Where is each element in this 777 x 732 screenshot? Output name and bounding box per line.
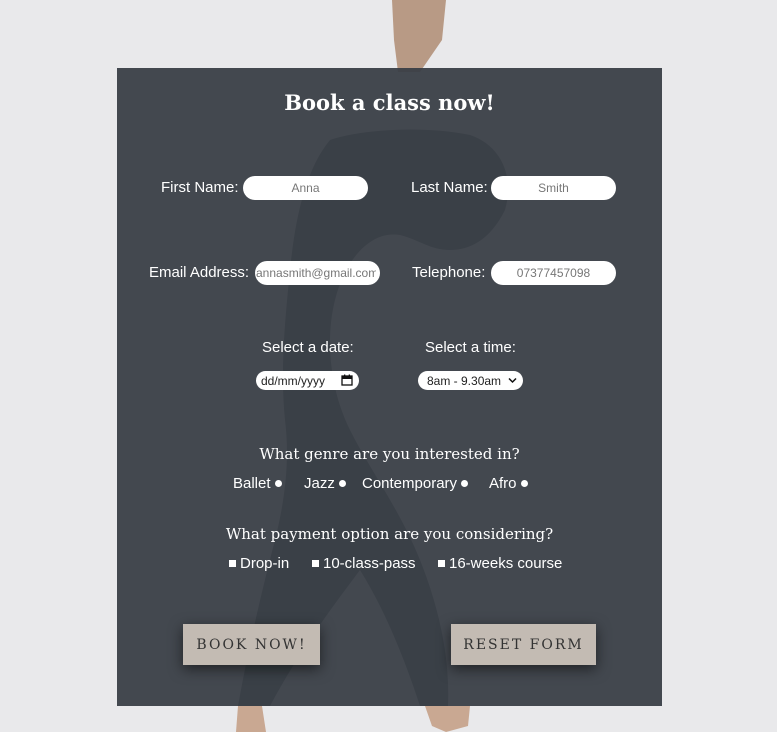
date-label: Select a date: [262,339,354,356]
radio-button[interactable] [338,480,346,487]
reset-form-button[interactable]: RESET FORM [451,624,596,665]
checkbox[interactable] [229,560,236,567]
email-label: Email Address: [149,264,250,281]
first-name-input[interactable] [243,176,368,200]
payment-option-label: 16-weeks course [449,555,563,572]
genre-option-jazz[interactable]: Jazz [304,475,346,492]
date-input-value: dd/mm/yyyy [261,373,326,388]
calendar-icon [341,374,353,386]
payment-option-label: Drop-in [240,555,290,572]
genre-option-afro[interactable]: Afro [489,475,528,492]
checkbox[interactable] [438,560,445,567]
genre-option-contemporary[interactable]: Contemporary [362,475,469,492]
genre-option-label: Ballet [233,475,271,492]
telephone-input[interactable] [491,261,616,285]
radio-button[interactable] [461,480,469,487]
payment-option-label: 10-class-pass [323,555,416,572]
checkbox[interactable] [312,560,319,567]
genre-question: What genre are you interested in? [259,445,520,463]
first-name-label: First Name: [161,179,239,196]
payment-option-10-class-pass[interactable]: 10-class-pass [312,555,416,572]
genre-option-label: Jazz [304,475,335,492]
radio-button[interactable] [274,480,282,487]
time-select[interactable]: 8am - 9.30am [418,371,523,390]
radio-button[interactable] [520,480,528,487]
last-name-label: Last Name: [411,179,488,196]
genre-option-label: Afro [489,475,517,492]
time-label: Select a time: [425,339,516,356]
date-input[interactable]: dd/mm/yyyy [256,371,359,390]
payment-option-drop-in[interactable]: Drop-in [229,555,289,572]
email-input[interactable] [255,261,380,285]
payment-option-16-weeks-course[interactable]: 16-weeks course [438,555,562,572]
telephone-label: Telephone: [412,264,486,281]
genre-option-ballet[interactable]: Ballet [233,475,282,492]
chevron-down-icon [508,377,517,384]
genre-option-label: Contemporary [362,475,458,492]
time-select-value: 8am - 9.30am [427,373,502,388]
payment-question: What payment option are you considering? [225,525,554,543]
book-now-button[interactable]: BOOK NOW! [183,624,320,665]
booking-form-panel: Book a class now! First Name: Last Name:… [117,68,662,706]
form-title: Book a class now! [284,90,495,115]
last-name-input[interactable] [491,176,616,200]
